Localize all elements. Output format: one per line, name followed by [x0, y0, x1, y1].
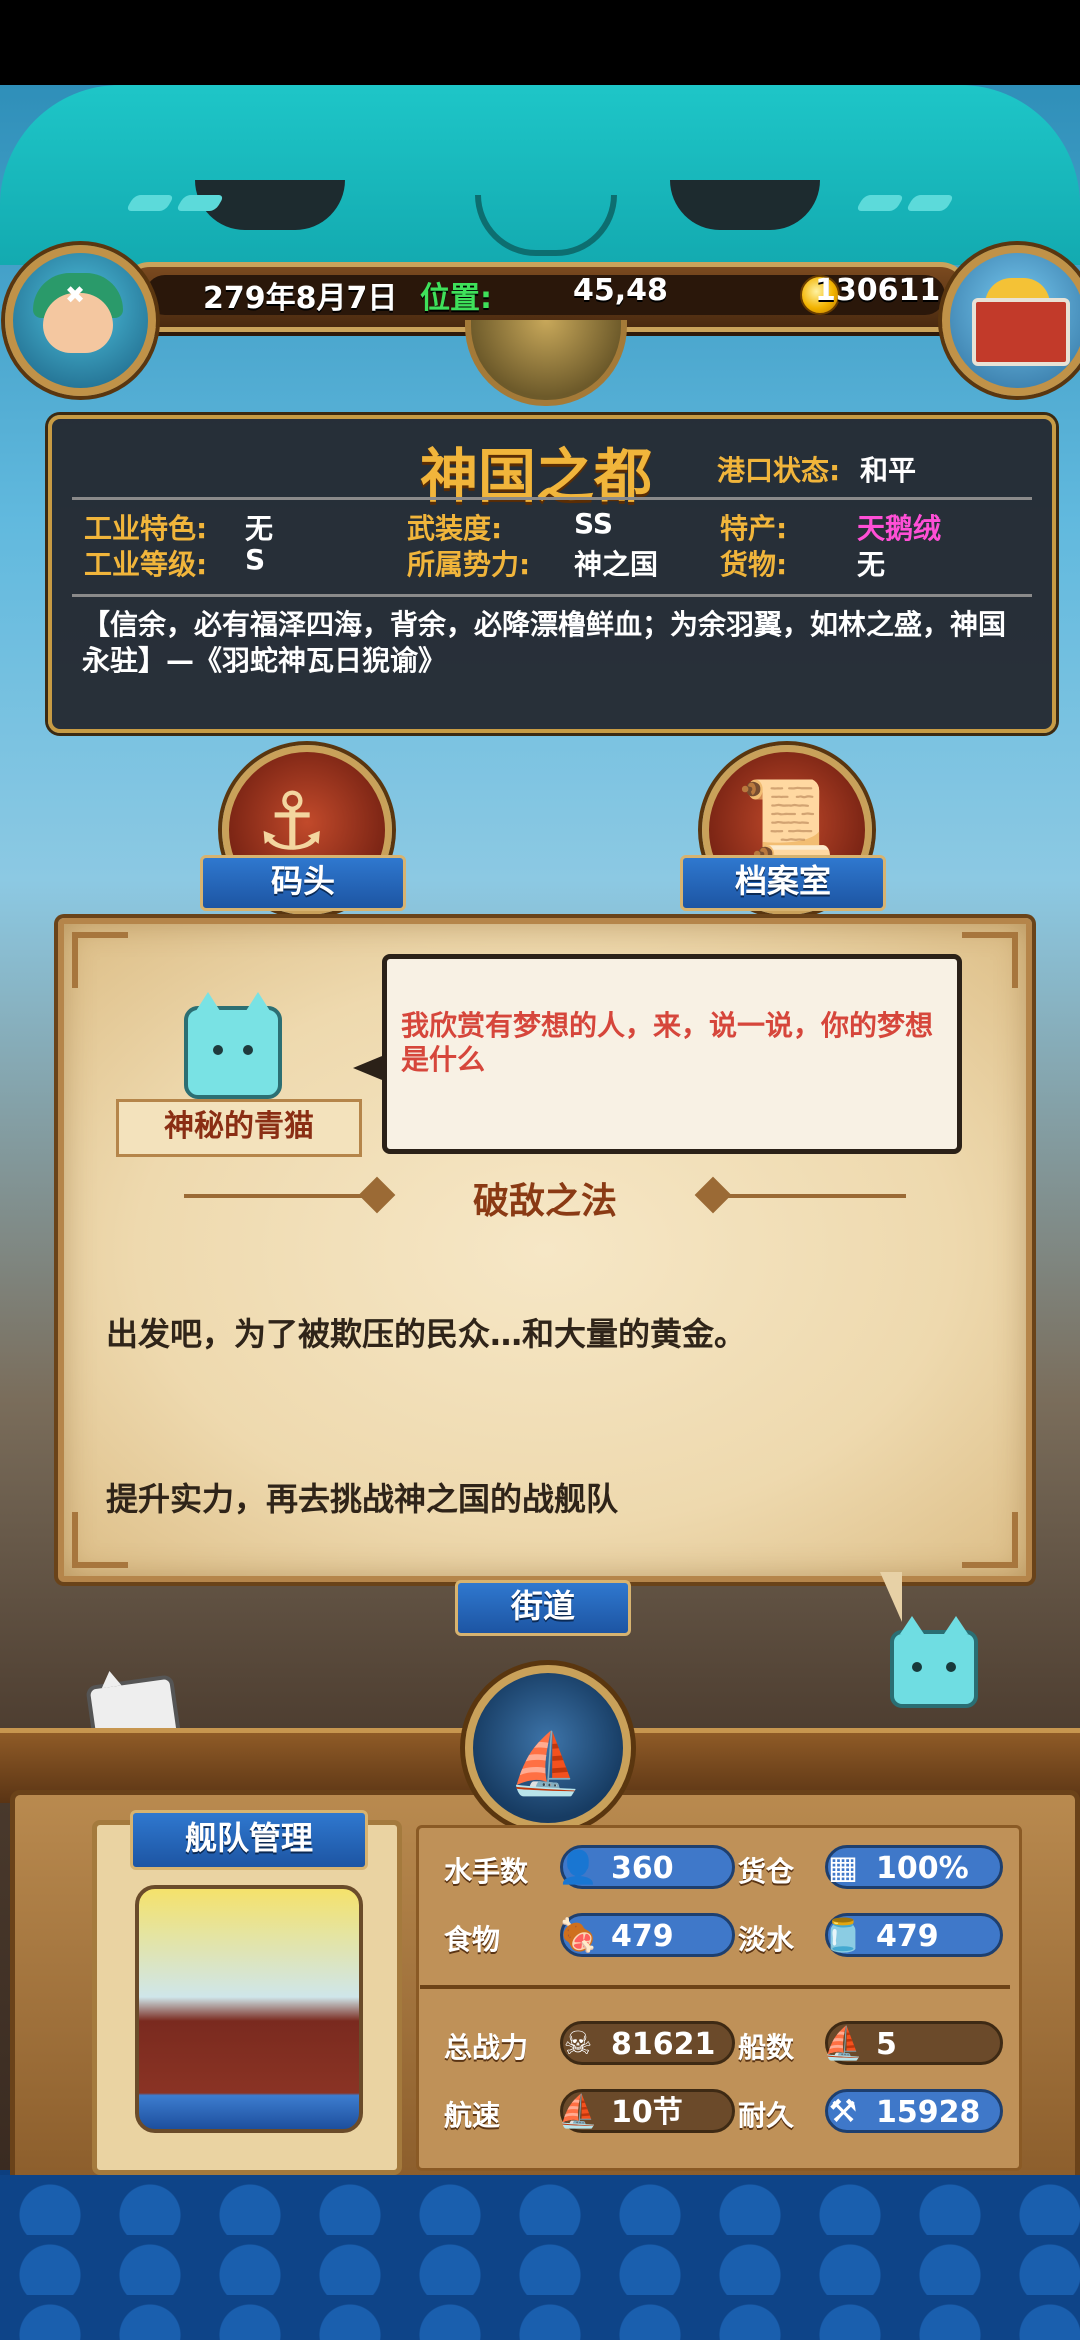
industry-feature-label: 工业特色: [84, 512, 208, 545]
treasure-chest-button[interactable] [942, 245, 1080, 396]
fleet-manage-button[interactable]: 舰队管理 [130, 1810, 368, 1870]
armament-value: SS [574, 507, 614, 540]
port-status-value: 和平 [860, 454, 917, 487]
sailor-icon: 👤 [558, 1848, 598, 1886]
goods-label: 货物: [720, 548, 788, 581]
cat-eye [243, 1045, 253, 1055]
water-label: 淡水 [738, 1923, 795, 1956]
food-value: 479 [611, 1919, 674, 1954]
sailors-label: 水手数 [444, 1855, 529, 1888]
position-value: 45,48 [573, 273, 668, 308]
divider [72, 497, 1032, 500]
cat-eye [213, 1045, 223, 1055]
faction-value: 神之国 [574, 548, 659, 581]
specialty-value: 天鹅绒 [857, 512, 942, 545]
crate-icon: ▦ [827, 1848, 859, 1886]
speech-text: 我欣赏有梦想的人，来，说一说，你的梦想是什么 [401, 1009, 934, 1076]
npc-name-plate: 神秘的青猫 [116, 1099, 362, 1157]
archive-label: 档案室 [653, 855, 913, 911]
ship-cutaway-image [135, 1885, 363, 2133]
durability-value: 15928 [876, 2095, 981, 2130]
blue-cat-character[interactable] [890, 1616, 978, 1708]
cargo-pill: ▦ 100% [825, 1845, 1003, 1889]
cat-eye [912, 1662, 922, 1672]
dialog-option-1[interactable]: 出发吧，为了被欺压的民众…和大量的黄金。 [106, 1309, 746, 1355]
cargo-label: 货仓 [738, 1855, 795, 1888]
food-label: 食物 [444, 1923, 501, 1956]
meat-icon: 🍖 [558, 1916, 598, 1954]
goods-value: 无 [857, 548, 886, 581]
ships-value: 5 [876, 2027, 897, 2062]
cat-stripe [905, 195, 955, 211]
repair-icon: ⚒ [828, 2092, 858, 2130]
quest-title: 破敌之法 [472, 1181, 617, 1222]
power-pill: ☠ 81621 [560, 2021, 735, 2065]
industry-level-value: S [245, 543, 266, 576]
water-value: 479 [876, 1919, 939, 1954]
power-value: 81621 [611, 2027, 716, 2062]
port-quote: 【信余，必有福泽四海，背余，必降漂橹鲜血；为余羽翼，如林之盛，神国永驻】—《羽蛇… [82, 608, 1007, 677]
quest-dialog[interactable]: 神秘的青猫 我欣赏有梦想的人，来，说一说，你的梦想是什么 破敌之法 出发吧，为了… [58, 918, 1032, 1582]
dock-button[interactable]: ⚓ 码头 [173, 745, 433, 925]
dock-label: 码头 [173, 855, 433, 911]
corner-ornament [962, 1512, 1018, 1568]
cargo-value: 100% [876, 1851, 969, 1886]
gold-amount: 130611 [815, 273, 941, 308]
durability-pill: ⚒ 15928 [825, 2089, 1003, 2133]
corner-ornament [72, 1512, 128, 1568]
npc-cat-avatar [184, 992, 282, 1099]
ship-count-icon: ⛵ [823, 2024, 863, 2062]
cat-ear [194, 992, 222, 1014]
corner-ornament [72, 932, 128, 988]
boat-speed-icon: ⛵ [558, 2092, 598, 2130]
ship-icon: ⛵ [508, 1729, 583, 1799]
cat-eye-right [670, 180, 820, 230]
speed-label: 航速 [444, 2099, 501, 2132]
food-pill: 🍖 479 [558, 1913, 735, 1957]
port-info-panel: 神国之都 港口状态: 和平 工业特色: 无 武装度: SS 特产: 天鹅绒 工业… [48, 415, 1056, 733]
fleet-scroll[interactable] [92, 1820, 402, 2175]
cat-stripe [125, 195, 175, 211]
dialog-option-2[interactable]: 提升实力，再去挑战神之国的战舰队 [106, 1474, 618, 1520]
game-date: 279年8月7日 [203, 281, 398, 316]
speech-bubble: 我欣赏有梦想的人，来，说一说，你的梦想是什么 [353, 954, 962, 1154]
skull-crossbones-icon: ☠ [563, 2024, 593, 2062]
ships-label: 船数 [738, 2031, 795, 2064]
sail-button[interactable]: ⛵ [465, 1665, 631, 1831]
archive-button[interactable]: 📜 档案室 [653, 745, 913, 925]
skull-icon: ✖ [65, 281, 86, 309]
power-label: 总战力 [444, 2031, 529, 2064]
sea-waves-footer [0, 2175, 1080, 2340]
cat-ear [244, 992, 272, 1014]
cat-face-banner [0, 85, 1080, 265]
water-pill: 🫙 479 [823, 1913, 1003, 1957]
cat-stripe [855, 195, 905, 211]
industry-feature-value: 无 [245, 512, 274, 545]
position-label: 位置: [420, 281, 492, 316]
port-name: 神国之都 [420, 442, 653, 510]
durability-label: 耐久 [738, 2099, 795, 2132]
stats-divider [420, 1985, 1010, 1989]
speech-callout-tail [880, 1572, 902, 1622]
speed-pill: ⛵ 10节 [558, 2089, 735, 2133]
sailors-value: 360 [611, 1851, 674, 1886]
chest-icon [972, 298, 1070, 366]
street-button[interactable]: 街道 [428, 1580, 658, 1636]
ships-pill: ⛵ 5 [823, 2021, 1003, 2065]
armament-label: 武装度: [407, 512, 503, 545]
corner-ornament [962, 932, 1018, 988]
divider [72, 594, 1032, 597]
speed-value: 10节 [611, 2095, 683, 2130]
player-avatar[interactable]: ✖ [5, 245, 156, 396]
cat-mouth [475, 195, 617, 256]
water-jug-icon: 🫙 [823, 1916, 863, 1954]
sailors-pill: 👤 360 [558, 1845, 735, 1889]
cat-eye [946, 1662, 956, 1672]
port-status-label: 港口状态: [717, 454, 841, 487]
industry-level-label: 工业等级: [84, 548, 208, 581]
specialty-label: 特产: [720, 512, 788, 545]
faction-label: 所属势力: [407, 548, 531, 581]
